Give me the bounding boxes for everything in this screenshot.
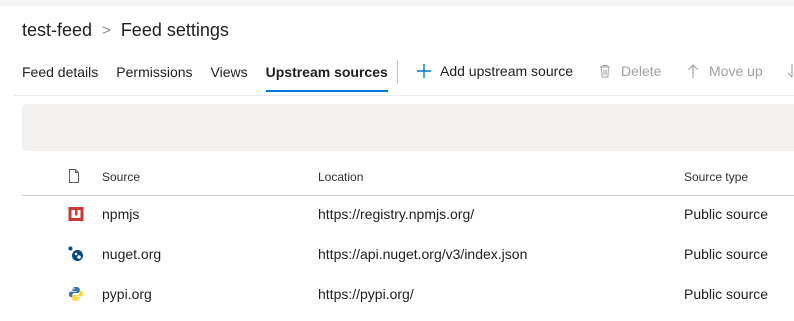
source-type: Public source xyxy=(684,246,769,262)
column-header-location[interactable]: Location xyxy=(318,170,363,184)
page-title: Feed settings xyxy=(120,20,229,40)
column-header-source-type[interactable]: Source type xyxy=(684,170,748,184)
source-location: https://registry.npmjs.org/ xyxy=(318,206,475,222)
source-name: npmjs xyxy=(102,206,140,222)
settings-tabs: Feed details Permissions Views Upstream … xyxy=(22,56,406,96)
tab-feed-details[interactable]: Feed details xyxy=(22,56,98,92)
chevron-right-icon: > xyxy=(102,22,111,39)
toolbar-divider xyxy=(397,60,398,84)
delete-label: Delete xyxy=(621,63,662,79)
source-name: pypi.org xyxy=(102,286,152,302)
add-upstream-source-button[interactable]: Add upstream source xyxy=(416,63,573,79)
move-up-button[interactable]: Move up xyxy=(685,63,763,79)
arrow-down-icon xyxy=(788,64,793,78)
source-type: Public source xyxy=(684,286,769,302)
header-divider xyxy=(22,195,794,196)
add-upstream-source-label: Add upstream source xyxy=(440,63,574,79)
source-name: nuget.org xyxy=(102,246,162,262)
tab-permissions[interactable]: Permissions xyxy=(116,56,192,92)
breadcrumb-feed-link[interactable]: test-feed xyxy=(22,20,92,41)
plus-icon xyxy=(417,64,431,78)
move-down-button[interactable] xyxy=(788,63,794,79)
column-header-source[interactable]: Source xyxy=(102,170,140,184)
tab-views[interactable]: Views xyxy=(211,56,248,92)
breadcrumb: test-feed > Feed settings xyxy=(22,20,229,41)
nuget-icon xyxy=(68,246,83,261)
top-border xyxy=(0,0,794,6)
arrow-up-icon xyxy=(688,64,698,78)
tab-upstream-sources[interactable]: Upstream sources xyxy=(265,56,388,92)
trash-icon xyxy=(600,65,610,78)
source-location: https://pypi.org/ xyxy=(318,286,414,302)
file-icon xyxy=(69,169,79,183)
npm-icon xyxy=(68,207,84,221)
tabs-divider xyxy=(14,95,794,96)
delete-button[interactable]: Delete xyxy=(597,63,661,79)
source-location: https://api.nuget.org/v3/index.json xyxy=(318,246,528,262)
python-icon xyxy=(69,287,83,301)
filter-bar[interactable] xyxy=(22,104,794,151)
source-type: Public source xyxy=(684,206,769,222)
move-up-label: Move up xyxy=(709,63,763,79)
